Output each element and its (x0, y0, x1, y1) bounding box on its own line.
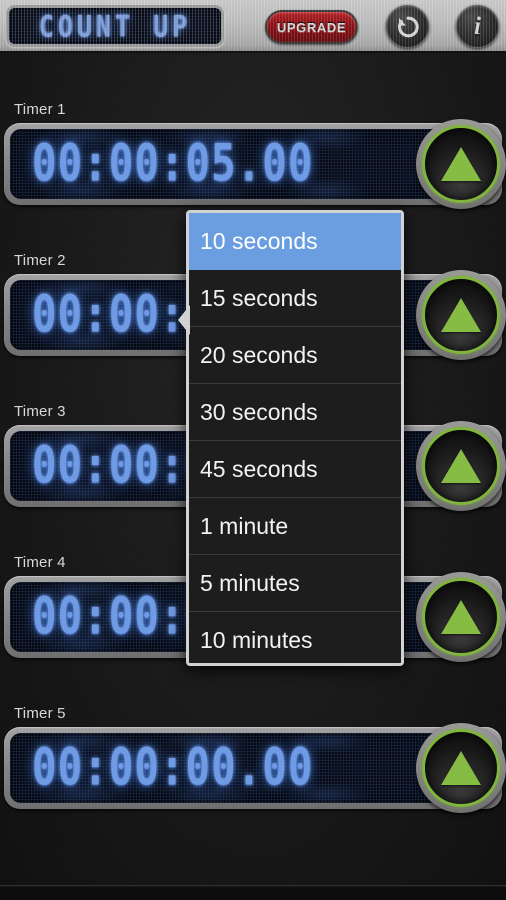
info-button[interactable]: i (456, 5, 499, 48)
dropdown-item[interactable]: 20 seconds (189, 327, 401, 384)
timer-start-button[interactable] (416, 723, 506, 813)
play-button-inner (422, 125, 500, 203)
top-toolbar: COUNT UP UPGRADE i (0, 0, 506, 53)
dropdown-item-label: 1 minute (200, 512, 289, 539)
play-triangle-icon (441, 751, 481, 785)
bottom-strip (0, 887, 506, 900)
play-triangle-icon (441, 449, 481, 483)
timer-label: Timer 4 (14, 554, 66, 571)
dropdown-item-label: 15 seconds (200, 284, 318, 311)
dropdown-item[interactable]: 30 seconds (189, 384, 401, 441)
dropdown-item-label: 10 seconds (200, 227, 318, 254)
timer-label: Timer 1 (14, 101, 66, 118)
duration-dropdown-menu[interactable]: 10 seconds 15 seconds 20 seconds 30 seco… (186, 210, 404, 666)
dropdown-item[interactable]: 10 seconds (189, 213, 401, 270)
play-triangle-icon (441, 298, 481, 332)
play-button-inner (422, 276, 500, 354)
dropdown-item-label: 20 seconds (200, 341, 318, 368)
dropdown-item-label: 10 minutes (200, 627, 313, 653)
play-triangle-icon (441, 600, 481, 634)
play-button-inner (422, 427, 500, 505)
dropdown-item-label: 45 seconds (200, 455, 318, 482)
dropdown-item[interactable]: 45 seconds (189, 441, 401, 498)
timer-panel[interactable]: 00:00:05.00 (4, 119, 506, 209)
app-title-display: COUNT UP (6, 5, 224, 47)
timer-start-button[interactable] (416, 421, 506, 511)
timer-value: 00:00:00.00 (32, 738, 314, 798)
upgrade-button-label: UPGRADE (276, 19, 347, 35)
timer-start-button[interactable] (416, 119, 506, 209)
dropdown-item-label: 5 minutes (200, 569, 300, 596)
refresh-circular-arrow-icon (397, 16, 419, 37)
timer-start-button[interactable] (416, 572, 506, 662)
timer-label: Timer 5 (14, 705, 66, 722)
timer-start-button[interactable] (416, 270, 506, 360)
dropdown-item-label: 30 seconds (200, 398, 318, 425)
timer-label: Timer 3 (14, 403, 66, 420)
dropdown-item[interactable]: 5 minutes (189, 555, 401, 612)
app-title-text: COUNT UP (38, 8, 192, 44)
dropdown-item[interactable]: 15 seconds (189, 270, 401, 327)
play-triangle-icon (441, 147, 481, 181)
play-button-inner (422, 578, 500, 656)
reset-button[interactable] (386, 5, 429, 48)
upgrade-button[interactable]: UPGRADE (265, 10, 358, 44)
timer-label: Timer 2 (14, 252, 66, 269)
dropdown-item[interactable]: 10 minutes (189, 612, 401, 663)
dropdown-item[interactable]: 1 minute (189, 498, 401, 555)
timer-panel[interactable]: 00:00:00.00 (4, 723, 506, 813)
info-icon: i (474, 13, 481, 40)
timer-value: 00:00:05.00 (32, 134, 314, 194)
play-button-inner (422, 729, 500, 807)
